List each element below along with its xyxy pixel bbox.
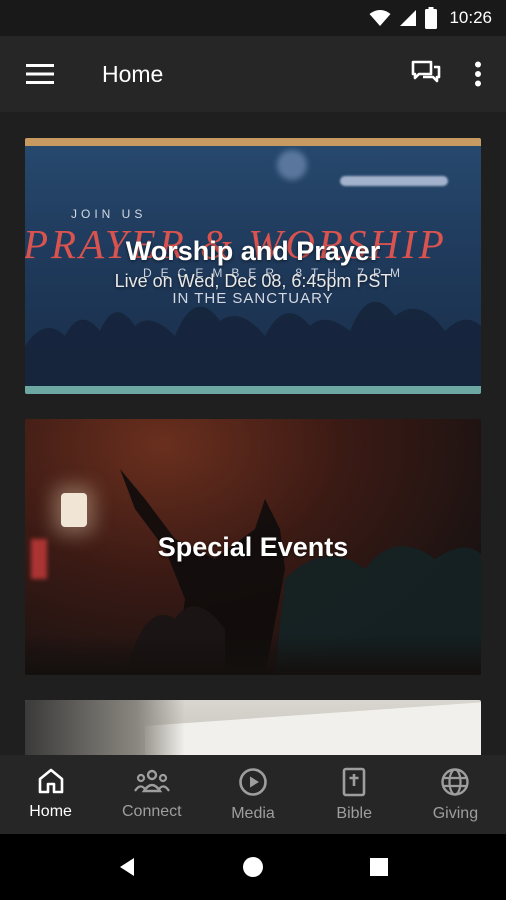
- card-title: Worship and Prayer: [125, 236, 381, 266]
- image-bottom-band: [25, 386, 481, 394]
- home-circle-icon: [243, 857, 263, 877]
- status-bar: 10:26: [0, 0, 506, 36]
- system-back-button[interactable]: [64, 834, 190, 900]
- nav-label: Home: [29, 803, 72, 820]
- nav-label: Media: [231, 805, 275, 822]
- chat-icon: [411, 60, 441, 83]
- nav-label: Bible: [336, 805, 372, 822]
- image-top-band: [25, 138, 481, 146]
- globe-icon: [441, 768, 470, 796]
- book-shadow: [25, 700, 185, 755]
- play-circle-icon: [239, 768, 267, 796]
- stage-light-bar: [340, 176, 448, 186]
- nav-label: Connect: [122, 803, 182, 820]
- more-options-button[interactable]: [450, 36, 506, 112]
- system-home-button[interactable]: [190, 834, 316, 900]
- page-title: Home: [102, 60, 164, 87]
- more-vert-icon: [475, 61, 481, 87]
- nav-bible[interactable]: Bible: [304, 755, 405, 834]
- clock: 10:26: [449, 8, 492, 27]
- card-worship-and-prayer[interactable]: JOIN US PRAYER & WORSHIP DECEMBER 8TH 7P…: [25, 138, 481, 394]
- hamburger-menu-icon: [26, 64, 54, 84]
- nav-giving[interactable]: Giving: [405, 755, 506, 834]
- stage-light: [277, 150, 307, 180]
- crowd-silhouette: [25, 301, 481, 386]
- card-title: Special Events: [157, 532, 349, 562]
- wifi-icon: [369, 10, 391, 26]
- image-text-join: JOIN US: [71, 207, 147, 221]
- content-feed[interactable]: JOIN US PRAYER & WORSHIP DECEMBER 8TH 7P…: [0, 112, 506, 755]
- card-bible-study[interactable]: [25, 700, 481, 755]
- signal-icon: [400, 10, 417, 26]
- home-icon: [38, 768, 63, 794]
- card-special-events[interactable]: Special Events: [25, 419, 481, 675]
- menu-button[interactable]: [0, 36, 80, 112]
- chat-button[interactable]: [402, 36, 450, 112]
- system-recents-button[interactable]: [316, 834, 442, 900]
- bible-icon: [342, 767, 366, 797]
- nav-home[interactable]: Home: [0, 755, 101, 834]
- recents-icon: [370, 858, 388, 876]
- screen: 10:26 Home JOIN US PRAYER & WORSHIP DECE…: [0, 0, 506, 900]
- system-navigation-bar: [0, 834, 506, 900]
- book-page: [145, 702, 481, 755]
- card-subtitle: Live on Wed, Dec 08, 6:45pm PST: [114, 271, 392, 291]
- floor-shadow: [25, 635, 481, 675]
- nav-label: Giving: [432, 805, 479, 822]
- group-icon: [133, 769, 170, 793]
- nav-media[interactable]: Media: [202, 755, 303, 834]
- battery-icon: [425, 7, 438, 29]
- bottom-navigation: Home Connect Media Bible Giving: [0, 755, 506, 834]
- back-icon: [120, 858, 134, 876]
- nav-connect[interactable]: Connect: [101, 755, 202, 834]
- app-bar: Home: [0, 36, 506, 112]
